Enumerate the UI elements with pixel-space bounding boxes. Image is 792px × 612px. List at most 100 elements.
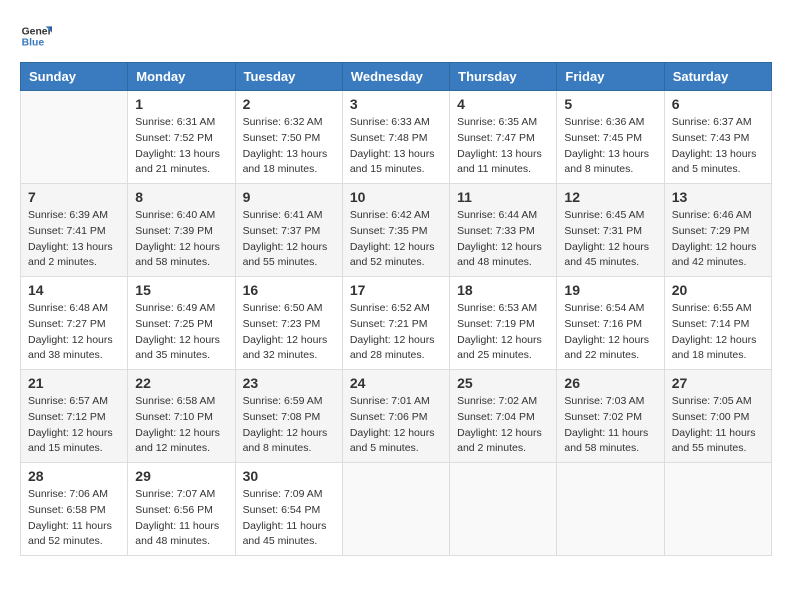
calendar-cell <box>664 463 771 556</box>
day-info: Sunrise: 7:09 AMSunset: 6:54 PMDaylight:… <box>243 487 335 550</box>
calendar-cell: 24 Sunrise: 7:01 AMSunset: 7:06 PMDayligh… <box>342 370 449 463</box>
calendar-cell: 27Sunrise: 7:05 AMSunset: 7:00 PMDayligh… <box>664 370 771 463</box>
day-info: Sunrise: 6:33 AMSunset: 7:48 PMDaylight:… <box>350 115 442 178</box>
day-info: Sunrise: 6:49 AMSunset: 7:25 PMDaylight:… <box>135 301 227 364</box>
day-number: 23 <box>243 375 335 391</box>
day-number: 24 <box>350 375 442 391</box>
calendar-cell: 15 Sunrise: 6:49 AMSunset: 7:25 PMDayligh… <box>128 277 235 370</box>
day-info: Sunrise: 6:45 AMSunset: 7:31 PMDaylight:… <box>564 208 656 271</box>
day-info: Sunrise: 6:46 AMSunset: 7:29 PMDaylight:… <box>672 208 764 271</box>
calendar-cell: 3 Sunrise: 6:33 AMSunset: 7:48 PMDaylight… <box>342 91 449 184</box>
calendar-cell: 25Sunrise: 7:02 AMSunset: 7:04 PMDayligh… <box>450 370 557 463</box>
day-number: 2 <box>243 96 335 112</box>
day-number: 6 <box>672 96 764 112</box>
weekday-header-thursday: Thursday <box>450 63 557 91</box>
day-info: Sunrise: 6:41 AMSunset: 7:37 PMDaylight:… <box>243 208 335 271</box>
day-info: Sunrise: 6:44 AMSunset: 7:33 PMDaylight:… <box>457 208 549 271</box>
day-number: 27 <box>672 375 764 391</box>
calendar-cell: 8 Sunrise: 6:40 AMSunset: 7:39 PMDaylight… <box>128 184 235 277</box>
day-info: Sunrise: 6:32 AMSunset: 7:50 PMDaylight:… <box>243 115 335 178</box>
calendar-cell: 9Sunrise: 6:41 AMSunset: 7:37 PMDaylight… <box>235 184 342 277</box>
day-info: Sunrise: 6:31 AMSunset: 7:52 PMDaylight:… <box>135 115 227 178</box>
weekday-header-friday: Friday <box>557 63 664 91</box>
calendar-week-1: 1 Sunrise: 6:31 AMSunset: 7:52 PMDaylight… <box>21 91 772 184</box>
day-info: Sunrise: 6:48 AMSunset: 7:27 PMDaylight:… <box>28 301 120 364</box>
calendar-cell: 10 Sunrise: 6:42 AMSunset: 7:35 PMDayligh… <box>342 184 449 277</box>
day-info: Sunrise: 6:59 AMSunset: 7:08 PMDaylight:… <box>243 394 335 457</box>
calendar-cell: 6 Sunrise: 6:37 AMSunset: 7:43 PMDaylight… <box>664 91 771 184</box>
calendar-cell: 19 Sunrise: 6:54 AMSunset: 7:16 PMDayligh… <box>557 277 664 370</box>
day-info: Sunrise: 6:53 AMSunset: 7:19 PMDaylight:… <box>457 301 549 364</box>
calendar-cell <box>21 91 128 184</box>
day-number: 12 <box>564 189 656 205</box>
calendar-cell: 26Sunrise: 7:03 AMSunset: 7:02 PMDayligh… <box>557 370 664 463</box>
calendar-cell: 22 Sunrise: 6:58 AMSunset: 7:10 PMDayligh… <box>128 370 235 463</box>
day-number: 28 <box>28 468 120 484</box>
calendar-table: SundayMondayTuesdayWednesdayThursdayFrid… <box>20 62 772 556</box>
day-info: Sunrise: 6:54 AMSunset: 7:16 PMDaylight:… <box>564 301 656 364</box>
calendar-cell: 1 Sunrise: 6:31 AMSunset: 7:52 PMDaylight… <box>128 91 235 184</box>
weekday-header-wednesday: Wednesday <box>342 63 449 91</box>
day-number: 22 <box>135 375 227 391</box>
day-number: 25 <box>457 375 549 391</box>
calendar-cell: 20 Sunrise: 6:55 AMSunset: 7:14 PMDayligh… <box>664 277 771 370</box>
calendar-cell: 7Sunrise: 6:39 AMSunset: 7:41 PMDaylight… <box>21 184 128 277</box>
day-info: Sunrise: 6:58 AMSunset: 7:10 PMDaylight:… <box>135 394 227 457</box>
day-number: 26 <box>564 375 656 391</box>
day-number: 17 <box>350 282 442 298</box>
calendar-cell: 4 Sunrise: 6:35 AMSunset: 7:47 PMDaylight… <box>450 91 557 184</box>
calendar-cell: 12 Sunrise: 6:45 AMSunset: 7:31 PMDayligh… <box>557 184 664 277</box>
day-info: Sunrise: 6:37 AMSunset: 7:43 PMDaylight:… <box>672 115 764 178</box>
day-info: Sunrise: 7:06 AMSunset: 6:58 PMDaylight:… <box>28 487 120 550</box>
calendar-cell: 30 Sunrise: 7:09 AMSunset: 6:54 PMDayligh… <box>235 463 342 556</box>
weekday-header-tuesday: Tuesday <box>235 63 342 91</box>
calendar-cell: 23 Sunrise: 6:59 AMSunset: 7:08 PMDayligh… <box>235 370 342 463</box>
day-number: 5 <box>564 96 656 112</box>
day-number: 3 <box>350 96 442 112</box>
calendar-cell: 29 Sunrise: 7:07 AMSunset: 6:56 PMDayligh… <box>128 463 235 556</box>
calendar-cell: 18 Sunrise: 6:53 AMSunset: 7:19 PMDayligh… <box>450 277 557 370</box>
weekday-header-row: SundayMondayTuesdayWednesdayThursdayFrid… <box>21 63 772 91</box>
day-info: Sunrise: 6:55 AMSunset: 7:14 PMDaylight:… <box>672 301 764 364</box>
weekday-header-sunday: Sunday <box>21 63 128 91</box>
day-number: 20 <box>672 282 764 298</box>
calendar-cell: 21 Sunrise: 6:57 AMSunset: 7:12 PMDayligh… <box>21 370 128 463</box>
day-info: Sunrise: 6:52 AMSunset: 7:21 PMDaylight:… <box>350 301 442 364</box>
logo-icon: General Blue <box>20 20 52 52</box>
day-info: Sunrise: 7:01 AMSunset: 7:06 PMDaylight:… <box>350 394 442 457</box>
day-number: 19 <box>564 282 656 298</box>
calendar-cell: 2 Sunrise: 6:32 AMSunset: 7:50 PMDaylight… <box>235 91 342 184</box>
calendar-cell: 16Sunrise: 6:50 AMSunset: 7:23 PMDayligh… <box>235 277 342 370</box>
weekday-header-monday: Monday <box>128 63 235 91</box>
day-number: 29 <box>135 468 227 484</box>
day-number: 15 <box>135 282 227 298</box>
day-number: 13 <box>672 189 764 205</box>
calendar-cell: 13 Sunrise: 6:46 AMSunset: 7:29 PMDayligh… <box>664 184 771 277</box>
day-info: Sunrise: 6:57 AMSunset: 7:12 PMDaylight:… <box>28 394 120 457</box>
day-number: 21 <box>28 375 120 391</box>
day-info: Sunrise: 6:50 AMSunset: 7:23 PMDaylight:… <box>243 301 335 364</box>
weekday-header-saturday: Saturday <box>664 63 771 91</box>
day-info: Sunrise: 6:40 AMSunset: 7:39 PMDaylight:… <box>135 208 227 271</box>
day-number: 10 <box>350 189 442 205</box>
calendar-week-5: 28 Sunrise: 7:06 AMSunset: 6:58 PMDayligh… <box>21 463 772 556</box>
day-info: Sunrise: 7:07 AMSunset: 6:56 PMDaylight:… <box>135 487 227 550</box>
calendar-week-2: 7Sunrise: 6:39 AMSunset: 7:41 PMDaylight… <box>21 184 772 277</box>
day-info: Sunrise: 6:36 AMSunset: 7:45 PMDaylight:… <box>564 115 656 178</box>
day-info: Sunrise: 6:42 AMSunset: 7:35 PMDaylight:… <box>350 208 442 271</box>
calendar-week-4: 21 Sunrise: 6:57 AMSunset: 7:12 PMDayligh… <box>21 370 772 463</box>
calendar-cell: 5 Sunrise: 6:36 AMSunset: 7:45 PMDaylight… <box>557 91 664 184</box>
day-number: 1 <box>135 96 227 112</box>
logo: General Blue <box>20 20 56 52</box>
day-number: 8 <box>135 189 227 205</box>
day-number: 18 <box>457 282 549 298</box>
day-number: 14 <box>28 282 120 298</box>
calendar-cell: 28 Sunrise: 7:06 AMSunset: 6:58 PMDayligh… <box>21 463 128 556</box>
calendar-cell <box>450 463 557 556</box>
calendar-week-3: 14 Sunrise: 6:48 AMSunset: 7:27 PMDayligh… <box>21 277 772 370</box>
day-number: 4 <box>457 96 549 112</box>
calendar-cell: 11 Sunrise: 6:44 AMSunset: 7:33 PMDayligh… <box>450 184 557 277</box>
day-number: 11 <box>457 189 549 205</box>
day-info: Sunrise: 6:35 AMSunset: 7:47 PMDaylight:… <box>457 115 549 178</box>
day-number: 30 <box>243 468 335 484</box>
